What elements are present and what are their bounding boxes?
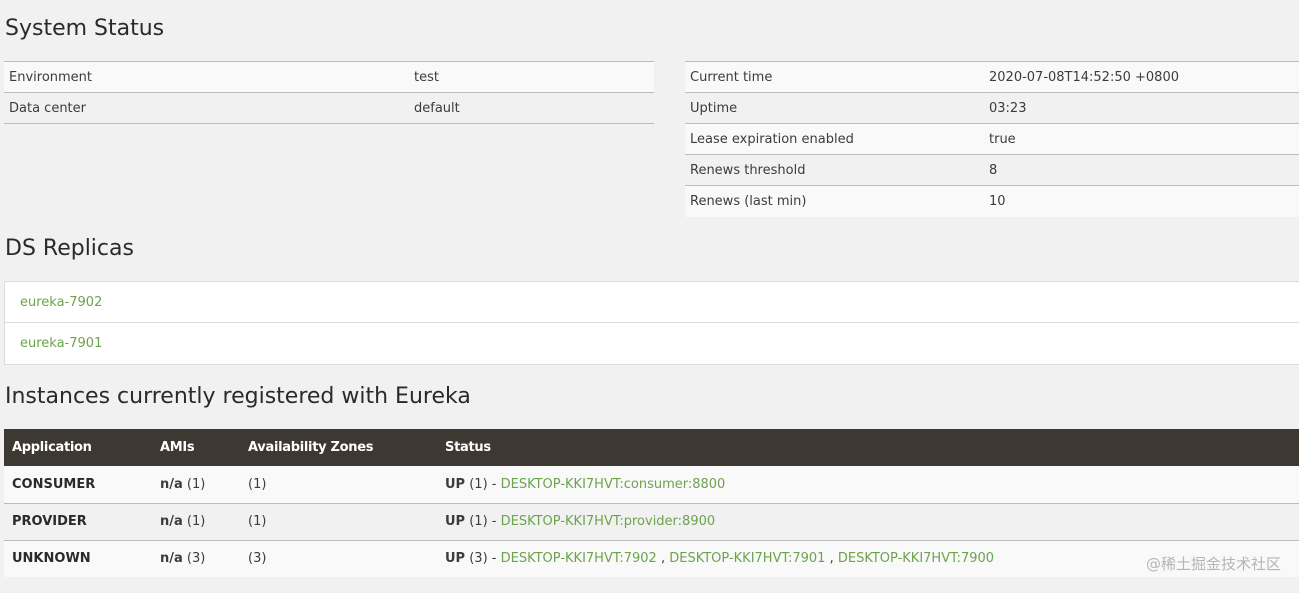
row-label: Lease expiration enabled bbox=[685, 123, 984, 155]
instance-link[interactable]: DESKTOP-KKI7HVT:provider:8900 bbox=[501, 514, 716, 529]
status-cell: UP (1) - DESKTOP-KKI7HVT:consumer:8800 bbox=[437, 466, 1299, 504]
instance-link[interactable]: DESKTOP-KKI7HVT:7902 bbox=[501, 551, 657, 566]
amis-cell: n/a (1) bbox=[152, 466, 240, 504]
table-row: Environment test bbox=[4, 61, 654, 93]
table-row: Renews (last min) 10 bbox=[685, 185, 1299, 217]
system-status-heading: System Status bbox=[5, 16, 165, 41]
row-value: 03:23 bbox=[984, 92, 1299, 124]
link-separator: , bbox=[656, 551, 670, 567]
amis-count: (1) bbox=[186, 476, 206, 492]
status-label: UP bbox=[445, 551, 466, 567]
status-count: (3) - bbox=[469, 551, 501, 567]
status-table: Current time 2020-07-08T14:52:50 +0800 U… bbox=[685, 61, 1299, 217]
replica-list: eureka-7902 eureka-7901 bbox=[4, 281, 1299, 365]
application-name: CONSUMER bbox=[4, 466, 152, 504]
application-name: PROVIDER bbox=[4, 503, 152, 541]
table-row: Data center default bbox=[4, 92, 654, 124]
table-row: Current time 2020-07-08T14:52:50 +0800 bbox=[685, 61, 1299, 93]
table-row: Lease expiration enabled true bbox=[685, 123, 1299, 155]
status-count: (1) - bbox=[469, 476, 501, 492]
column-header-status: Status bbox=[437, 429, 1299, 466]
row-value: 8 bbox=[984, 154, 1299, 186]
list-item: eureka-7902 bbox=[5, 282, 1299, 323]
zones-cell: (1) bbox=[240, 466, 437, 504]
replica-link[interactable]: eureka-7902 bbox=[20, 295, 102, 310]
status-cell: UP (1) - DESKTOP-KKI7HVT:provider:8900 bbox=[437, 503, 1299, 541]
row-label: Data center bbox=[4, 92, 409, 124]
row-label: Environment bbox=[4, 61, 409, 93]
column-header-application: Application bbox=[4, 429, 152, 466]
status-label: UP bbox=[445, 514, 466, 529]
replica-link[interactable]: eureka-7901 bbox=[20, 336, 102, 351]
amis-label: n/a bbox=[160, 476, 183, 492]
row-value: default bbox=[409, 92, 654, 124]
row-value: 2020-07-08T14:52:50 +0800 bbox=[984, 61, 1299, 93]
table-row: CONSUMER n/a (1) (1) UP (1) - DESKTOP-KK… bbox=[4, 466, 1299, 504]
column-header-amis: AMIs bbox=[152, 429, 240, 466]
application-name: UNKNOWN bbox=[4, 540, 152, 577]
list-item: eureka-7901 bbox=[5, 323, 1299, 364]
table-row: PROVIDER n/a (1) (1) UP (1) - DESKTOP-KK… bbox=[4, 503, 1299, 541]
instances-table: Application AMIs Availability Zones Stat… bbox=[4, 429, 1299, 577]
amis-cell: n/a (3) bbox=[152, 540, 240, 577]
row-value: 10 bbox=[984, 185, 1299, 217]
row-value: true bbox=[984, 123, 1299, 155]
instances-heading: Instances currently registered with Eure… bbox=[5, 384, 471, 409]
environment-table: Environment test Data center default bbox=[4, 61, 654, 124]
table-row: Renews threshold 8 bbox=[685, 154, 1299, 186]
table-row: Uptime 03:23 bbox=[685, 92, 1299, 124]
row-label: Renews (last min) bbox=[685, 185, 984, 217]
instance-link[interactable]: DESKTOP-KKI7HVT:7901 bbox=[669, 551, 825, 566]
status-count: (1) - bbox=[469, 514, 501, 529]
instance-link[interactable]: DESKTOP-KKI7HVT:consumer:8800 bbox=[501, 477, 726, 492]
row-label: Uptime bbox=[685, 92, 984, 124]
watermark: @稀土掘金技术社区 bbox=[1145, 555, 1281, 573]
ds-replicas-heading: DS Replicas bbox=[5, 236, 134, 261]
amis-cell: n/a (1) bbox=[152, 503, 240, 541]
zones-cell: (3) bbox=[240, 540, 437, 577]
table-row: UNKNOWN n/a (3) (3) UP (3) - DESKTOP-KKI… bbox=[4, 540, 1299, 577]
row-value: test bbox=[409, 61, 654, 93]
row-label: Current time bbox=[685, 61, 984, 93]
row-label: Renews threshold bbox=[685, 154, 984, 186]
amis-label: n/a bbox=[160, 551, 183, 567]
amis-count: (3) bbox=[186, 551, 206, 567]
link-separator: , bbox=[825, 551, 838, 567]
zones-cell: (1) bbox=[240, 503, 437, 541]
column-header-zones: Availability Zones bbox=[240, 429, 437, 466]
amis-count: (1) bbox=[186, 514, 206, 529]
table-header-row: Application AMIs Availability Zones Stat… bbox=[4, 429, 1299, 466]
status-label: UP bbox=[445, 476, 466, 492]
amis-label: n/a bbox=[160, 514, 183, 529]
instance-link[interactable]: DESKTOP-KKI7HVT:7900 bbox=[838, 551, 994, 566]
